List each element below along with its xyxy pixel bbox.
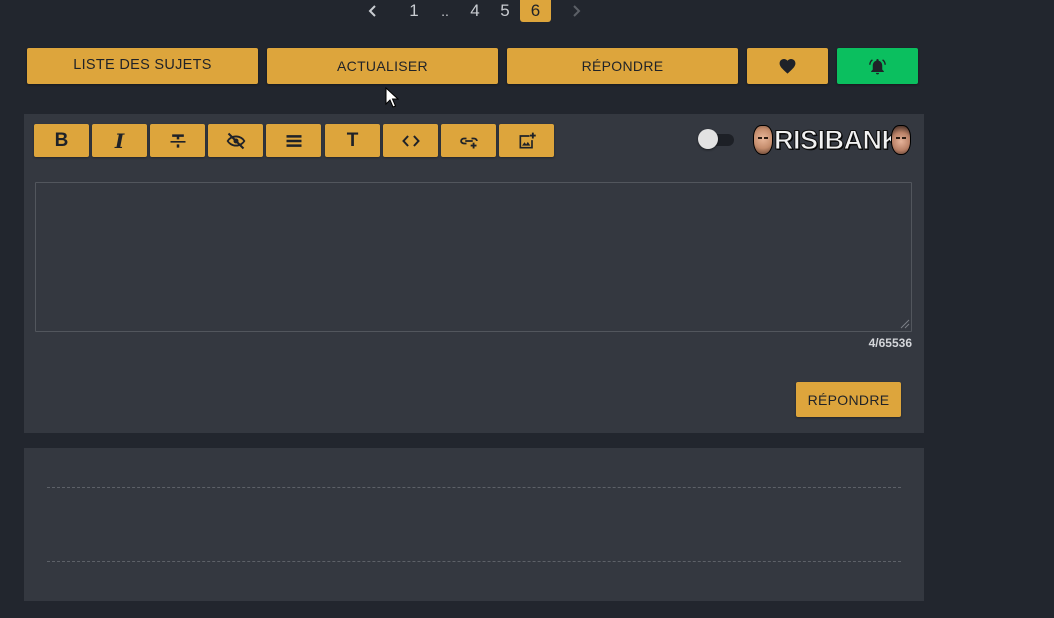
reply-textarea[interactable] xyxy=(35,182,912,332)
link-add-icon xyxy=(459,137,478,148)
favorite-button[interactable] xyxy=(747,48,828,84)
pagination-next-button[interactable] xyxy=(551,0,601,22)
bold-button[interactable]: B xyxy=(34,124,89,157)
heart-icon xyxy=(779,58,796,74)
link-button[interactable] xyxy=(441,124,496,157)
quote-lines-icon xyxy=(286,134,301,147)
divider xyxy=(47,561,901,562)
code-icon xyxy=(401,134,420,147)
pagination-page-current[interactable]: 6 xyxy=(520,0,551,22)
chevron-right-icon xyxy=(573,5,581,17)
italic-icon: I xyxy=(114,128,125,153)
face-icon xyxy=(891,125,911,155)
pagination: 1 .. 4 5 6 xyxy=(358,0,601,22)
risibank-logo-text: RISIBANK xyxy=(774,125,902,156)
risibank-wordmark: RISIBANK xyxy=(773,125,902,156)
italic-button[interactable]: I xyxy=(92,124,147,157)
risibank-logo[interactable]: RISIBANK xyxy=(753,123,913,157)
pagination-page-1[interactable]: 1 xyxy=(388,0,440,22)
title-button[interactable]: T xyxy=(325,124,380,157)
spoiler-button[interactable] xyxy=(208,124,263,157)
pagination-prev-button[interactable] xyxy=(358,0,388,22)
chevron-left-icon xyxy=(368,5,376,17)
submit-reply-button[interactable]: RÉPONDRE xyxy=(796,382,901,417)
code-button[interactable] xyxy=(383,124,438,157)
quote-button[interactable] xyxy=(266,124,321,157)
reply-editor-panel: B I T RISIBANK 4/65536 RÉPONDRE xyxy=(24,114,924,433)
strikethrough-icon xyxy=(170,133,185,148)
title-icon: T xyxy=(346,129,359,151)
divider xyxy=(47,487,901,488)
reply-button[interactable]: RÉPONDRE xyxy=(507,48,738,84)
resize-grip-icon[interactable] xyxy=(898,317,910,329)
toggle-knob xyxy=(698,129,718,149)
pagination-page-4[interactable]: 4 xyxy=(450,0,500,22)
mouse-cursor-icon xyxy=(385,87,399,108)
refresh-button[interactable]: ACTUALISER xyxy=(267,48,498,84)
eye-off-icon xyxy=(226,132,245,149)
notify-button[interactable] xyxy=(837,48,918,84)
bell-ring-icon xyxy=(869,58,886,74)
image-button[interactable] xyxy=(499,124,554,157)
pagination-ellipsis: .. xyxy=(441,3,449,19)
bold-icon: B xyxy=(54,129,69,151)
character-counter: 4/65536 xyxy=(868,336,912,350)
risitas-face-icon xyxy=(753,125,773,155)
topic-list-button[interactable]: LISTE DES SUJETS xyxy=(27,48,258,84)
image-add-icon xyxy=(519,132,536,148)
strikethrough-button[interactable] xyxy=(150,124,205,157)
risibank-toggle[interactable] xyxy=(698,129,736,149)
pagination-page-5[interactable]: 5 xyxy=(500,0,510,22)
bottom-panel xyxy=(24,448,924,601)
